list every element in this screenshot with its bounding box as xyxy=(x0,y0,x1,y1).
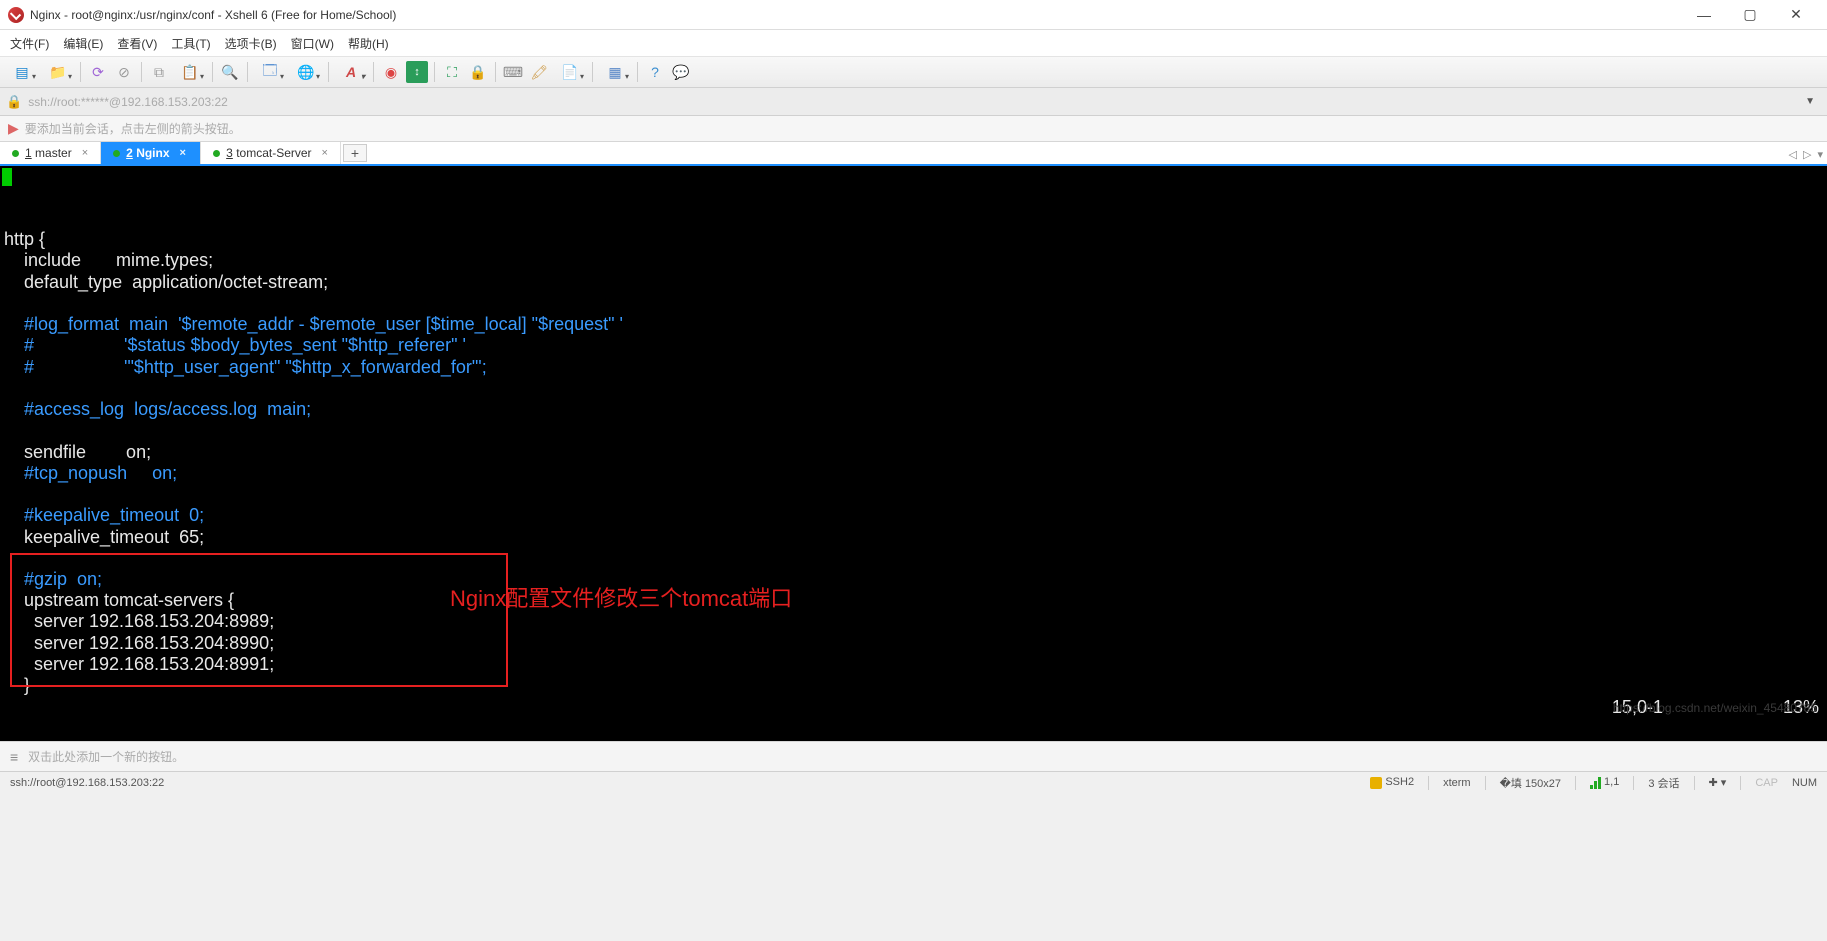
window-title: Nginx - root@nginx:/usr/nginx/conf - Xsh… xyxy=(30,8,396,22)
app-icon xyxy=(8,7,24,23)
close-icon[interactable]: × xyxy=(180,147,186,159)
menu-edit[interactable]: 编辑(E) xyxy=(63,35,103,52)
session-tabs: 1 master × 2 Nginx × 3 tomcat-Server × +… xyxy=(0,142,1827,166)
maximize-button[interactable]: ▢ xyxy=(1727,0,1773,30)
help-button[interactable]: ? xyxy=(644,61,666,83)
status-dot-icon xyxy=(113,150,120,157)
menu-help[interactable]: 帮助(H) xyxy=(348,35,389,52)
tab-tomcat[interactable]: 3 tomcat-Server × xyxy=(201,142,341,164)
menubar: 文件(F) 编辑(E) 查看(V) 工具(T) 选项卡(B) 窗口(W) 帮助(… xyxy=(0,30,1827,56)
tab-next-icon[interactable]: ▷ xyxy=(1803,148,1811,161)
status-proto: SSH2 xyxy=(1385,776,1414,788)
cursor-icon xyxy=(2,168,12,186)
font-button[interactable]: A xyxy=(335,61,367,83)
hint-bar: ▶ 要添加当前会话，点击左侧的箭头按钮。 xyxy=(0,116,1827,142)
toolbar: ▤ 📁 ⟳ ⊘ ⧉ 📋 🔍 🗔 🌐 A ◉ ↕ ⛶ 🔒 ⌨ 🖍 📄 ▦ ? 💬 xyxy=(0,56,1827,88)
menu-view[interactable]: 查看(V) xyxy=(117,35,157,52)
layout-button[interactable]: ▦ xyxy=(599,61,631,83)
status-dot-icon xyxy=(12,150,19,157)
globe-button[interactable]: 🌐 xyxy=(290,61,322,83)
tab-nginx[interactable]: 2 Nginx × xyxy=(101,142,201,164)
menu-file[interactable]: 文件(F) xyxy=(10,35,49,52)
tab-nav: ◁ ▷ ▾ xyxy=(1789,142,1823,166)
tab-master[interactable]: 1 master × xyxy=(0,142,101,164)
annotation-text: Nginx配置文件修改三个tomcat端口 xyxy=(450,586,792,612)
status-path: ssh://root@192.168.153.203:22 xyxy=(10,777,1370,789)
status-sessions: 3 会话 xyxy=(1648,775,1679,791)
status-term: xterm xyxy=(1443,777,1471,789)
watermark: https://blog.csdn.net/weixin_45480785 xyxy=(1613,701,1817,715)
fullscreen-button[interactable]: ⛶ xyxy=(441,61,463,83)
xagent-button[interactable]: ◉ xyxy=(380,61,402,83)
close-icon[interactable]: × xyxy=(322,147,328,159)
open-folder-button[interactable]: 📁 xyxy=(42,61,74,83)
address-dropdown[interactable]: ▼ xyxy=(1799,96,1821,107)
status-cap: CAP xyxy=(1755,777,1778,789)
xftp-button[interactable]: ↕ xyxy=(406,61,428,83)
tab-prev-icon[interactable]: ◁ xyxy=(1789,148,1797,161)
script-button[interactable]: 📄 xyxy=(554,61,586,83)
copy-button[interactable]: ⧉ xyxy=(148,61,170,83)
terminal[interactable]: http { include mime.types; default_type … xyxy=(0,166,1827,741)
search-button[interactable]: 🔍 xyxy=(219,61,241,83)
add-tab-button[interactable]: + xyxy=(343,144,367,162)
lock-icon: 🔒 xyxy=(6,94,22,110)
status-signal: 1,1 xyxy=(1604,776,1619,788)
props-button[interactable]: 🗔 xyxy=(254,61,286,83)
titlebar: Nginx - root@nginx:/usr/nginx/conf - Xsh… xyxy=(0,0,1827,30)
new-session-button[interactable]: ▤ xyxy=(6,61,38,83)
hint-text: 要添加当前会话，点击左侧的箭头按钮。 xyxy=(25,120,241,137)
reconnect-button[interactable]: ⟳ xyxy=(87,61,109,83)
status-size: 150x27 xyxy=(1525,778,1561,790)
menu-tabs[interactable]: 选项卡(B) xyxy=(225,35,277,52)
menu-tools[interactable]: 工具(T) xyxy=(171,35,210,52)
ssh-icon xyxy=(1370,777,1382,789)
disconnect-button[interactable]: ⊘ xyxy=(113,61,135,83)
tab-list-icon[interactable]: ▾ xyxy=(1817,148,1823,161)
status-dot-icon xyxy=(213,150,220,157)
close-button[interactable]: ✕ xyxy=(1773,0,1819,30)
address-bar: 🔒 ssh://root:******@192.168.153.203:22 ▼ xyxy=(0,88,1827,116)
highlight-button[interactable]: 🖍 xyxy=(528,61,550,83)
keyboard-button[interactable]: ⌨ xyxy=(502,61,524,83)
paste-button[interactable]: 📋 xyxy=(174,61,206,83)
menu-icon[interactable]: ≡ xyxy=(10,749,18,765)
status-num: NUM xyxy=(1792,777,1817,789)
lock-button[interactable]: 🔒 xyxy=(467,61,489,83)
address-url[interactable]: ssh://root:******@192.168.153.203:22 xyxy=(28,95,1799,109)
minimize-button[interactable]: — xyxy=(1681,0,1727,30)
quick-launch-bar[interactable]: ≡ 双击此处添加一个新的按钮。 xyxy=(0,741,1827,771)
menu-window[interactable]: 窗口(W) xyxy=(291,35,334,52)
quick-launch-hint: 双击此处添加一个新的按钮。 xyxy=(28,748,184,765)
signal-icon xyxy=(1590,777,1601,789)
flag-icon: ▶ xyxy=(8,120,19,137)
chat-button[interactable]: 💬 xyxy=(670,61,692,83)
status-bar: ssh://root@192.168.153.203:22 SSH2 xterm… xyxy=(0,771,1827,793)
close-icon[interactable]: × xyxy=(82,147,88,159)
terminal-content: http { include mime.types; default_type … xyxy=(4,208,623,696)
